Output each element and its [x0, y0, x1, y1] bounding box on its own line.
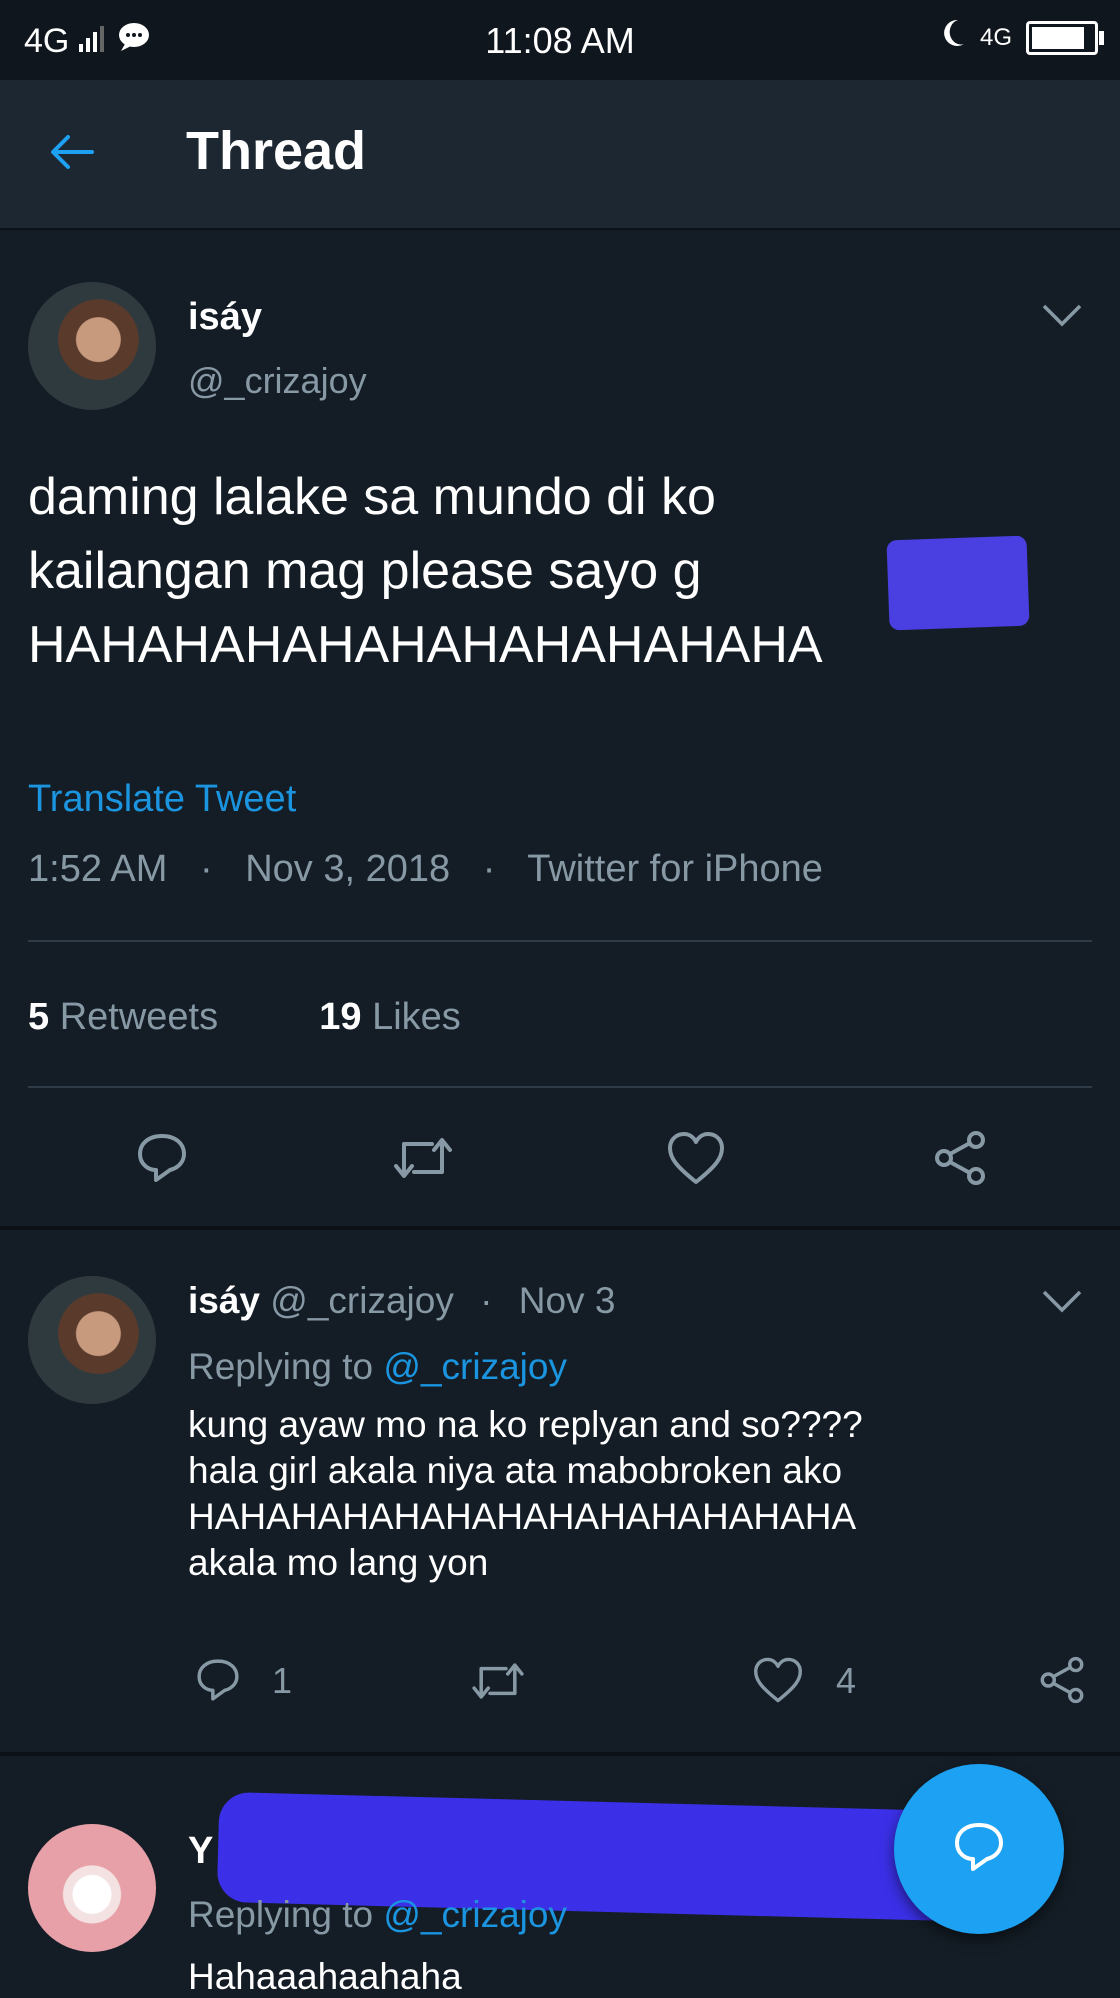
replying-to-handle[interactable]: @_crizajoy — [383, 1894, 567, 1935]
back-arrow-icon[interactable] — [44, 124, 104, 184]
chevron-down-icon[interactable] — [1040, 1286, 1084, 1325]
redaction-mark — [886, 535, 1030, 631]
like-heart-icon[interactable] — [752, 1656, 804, 1704]
replying-to: Replying to @_crizajoy — [188, 1894, 567, 1935]
share-icon[interactable] — [1036, 1656, 1088, 1704]
replying-to-handle[interactable]: @_crizajoy — [383, 1346, 567, 1387]
status-right: 4G — [940, 18, 1104, 57]
status-bar: 4G 11:08 AM 4G — [0, 0, 1120, 80]
reply-icon[interactable] — [134, 1130, 190, 1186]
reply-text: Hahaaahaahaha — [188, 1956, 462, 1997]
like-count: 4 — [836, 1660, 857, 1701]
thread-header: Thread — [0, 80, 1120, 230]
reply-line: HAHAHAHAHAHAHAHAHAHAHAHAHA — [188, 1496, 857, 1537]
tweet-line: daming lalake sa mundo di ko — [28, 468, 716, 526]
reply-date: Nov 3 — [518, 1280, 616, 1321]
tweet-stats: 5 Retweets 19 Likes — [28, 996, 461, 1039]
retweet-icon[interactable] — [470, 1658, 526, 1704]
network-right-label: 4G — [979, 23, 1012, 51]
translate-tweet-link[interactable]: Translate Tweet — [28, 778, 296, 821]
moon-icon — [940, 18, 966, 57]
reply-line: akala mo lang yon — [188, 1542, 489, 1583]
retweet-icon[interactable] — [392, 1132, 454, 1184]
chevron-down-icon[interactable] — [1040, 300, 1084, 339]
tweet-meta: 1:52 AM · Nov 3, 2018 · Twitter for iPho… — [28, 848, 823, 890]
author-name[interactable]: Y — [188, 1830, 213, 1873]
like-heart-icon[interactable] — [666, 1130, 726, 1186]
avatar[interactable] — [28, 282, 156, 410]
reply-bubble-icon — [951, 1819, 1007, 1880]
reply-header: isáy @_crizajoy · Nov 3 — [188, 1280, 616, 1321]
compose-reply-button[interactable] — [894, 1764, 1064, 1934]
avatar[interactable] — [28, 1276, 156, 1404]
divider — [28, 940, 1092, 942]
reply-text: kung ayaw mo na ko replyan and so???? ha… — [188, 1402, 1088, 1586]
reply-line: kung ayaw mo na ko replyan and so???? — [188, 1404, 863, 1445]
share-icon[interactable] — [930, 1130, 990, 1186]
battery-icon — [1026, 20, 1104, 55]
avatar[interactable] — [28, 1824, 156, 1952]
likes-stat[interactable]: 19 Likes — [319, 996, 461, 1038]
tweet-time: 1:52 AM — [28, 848, 168, 890]
author-name[interactable]: isáy — [188, 296, 262, 339]
section-divider — [0, 1226, 1120, 1230]
author-name[interactable]: isáy — [188, 1280, 260, 1321]
retweets-stat[interactable]: 5 Retweets — [28, 996, 218, 1038]
page-title: Thread — [186, 121, 367, 181]
tweet-source[interactable]: Twitter for iPhone — [527, 848, 823, 890]
reply-line: hala girl akala niya ata mabobroken ako — [188, 1450, 843, 1491]
author-handle[interactable]: @_crizajoy — [188, 360, 367, 402]
replying-to: Replying to @_crizajoy — [188, 1346, 567, 1387]
reply-count: 1 — [272, 1660, 293, 1701]
reply-icon[interactable] — [194, 1656, 242, 1704]
tweet-date: Nov 3, 2018 — [245, 848, 451, 890]
divider — [28, 1086, 1092, 1088]
author-handle[interactable]: @_crizajoy — [270, 1280, 454, 1321]
section-divider — [0, 1752, 1120, 1756]
